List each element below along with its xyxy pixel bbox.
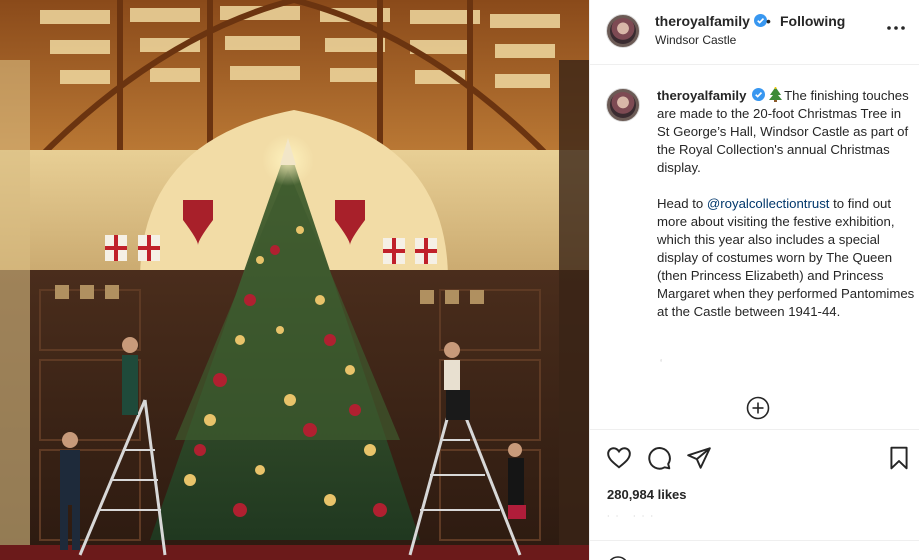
bookmark-icon[interactable] xyxy=(886,445,912,471)
username-text[interactable]: theroyalfamily xyxy=(655,13,750,29)
caption-avatar[interactable] xyxy=(606,88,640,122)
plus-circle-icon[interactable] xyxy=(746,396,770,420)
add-comment-bar xyxy=(590,540,919,560)
christmas-tree-photo xyxy=(0,0,589,560)
avatar[interactable] xyxy=(606,14,640,48)
mention-link[interactable]: @royalcollectiontrust xyxy=(707,196,830,211)
username-link[interactable]: theroyalfamily xyxy=(655,13,767,29)
verified-badge-icon xyxy=(752,88,766,101)
post-photo[interactable] xyxy=(0,0,589,560)
heart-icon[interactable] xyxy=(606,445,632,471)
faint-mark: ‘ xyxy=(660,358,663,369)
location-link[interactable]: Windsor Castle xyxy=(655,33,736,47)
smiley-icon[interactable] xyxy=(606,555,630,560)
verified-badge-icon xyxy=(753,14,767,27)
post-caption: theroyalfamily The finishing touches are… xyxy=(657,87,915,321)
christmas-tree-emoji xyxy=(769,87,783,102)
timestamp-faded: ‧ ‧ ‧ ‧ ‧ xyxy=(607,512,656,521)
caption-paragraph-2: Head to @royalcollectiontrust to find ou… xyxy=(657,195,915,321)
more-options-icon[interactable] xyxy=(886,18,906,38)
comment-bubble-icon[interactable] xyxy=(646,445,672,471)
post-header: theroyalfamily • Following Windsor Castl… xyxy=(590,0,919,65)
action-bar xyxy=(590,431,919,487)
caption-text-after-mention: to find out more about visiting the fest… xyxy=(657,196,915,319)
caption-username[interactable]: theroyalfamily xyxy=(657,88,746,103)
paper-plane-icon[interactable] xyxy=(686,445,712,471)
comments-section: theroyalfamily The finishing touches are… xyxy=(590,66,919,430)
caption-text-before-mention: Head to xyxy=(657,196,707,211)
likes-count[interactable]: 280,984 likes xyxy=(607,487,687,502)
following-button[interactable]: Following xyxy=(780,13,845,29)
post-detail-panel: theroyalfamily • Following Windsor Castl… xyxy=(589,0,919,560)
separator-dot: • xyxy=(766,13,771,29)
